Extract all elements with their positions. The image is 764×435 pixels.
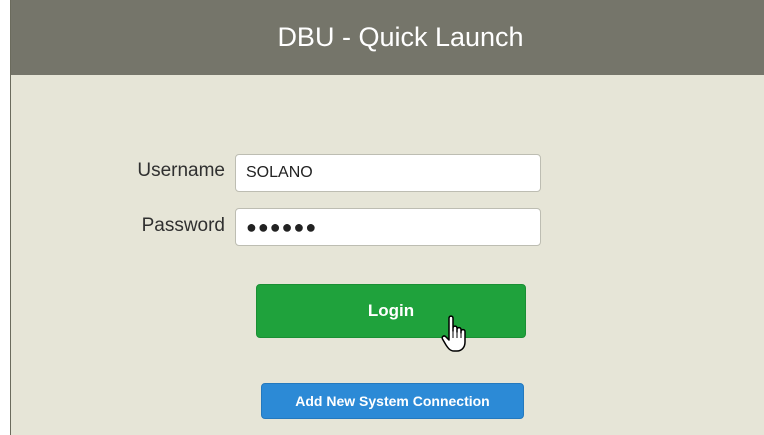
quick-launch-window: DBU - Quick Launch Username Password Log… [10, 0, 764, 435]
title-bar: DBU - Quick Launch [11, 0, 764, 75]
password-label: Password [141, 215, 225, 236]
window-title: DBU - Quick Launch [277, 22, 524, 52]
login-button[interactable]: Login [256, 284, 526, 338]
password-input[interactable] [235, 208, 541, 246]
username-label: Username [137, 160, 225, 181]
username-input[interactable] [235, 154, 541, 192]
add-new-system-connection-button[interactable]: Add New System Connection [261, 383, 524, 419]
